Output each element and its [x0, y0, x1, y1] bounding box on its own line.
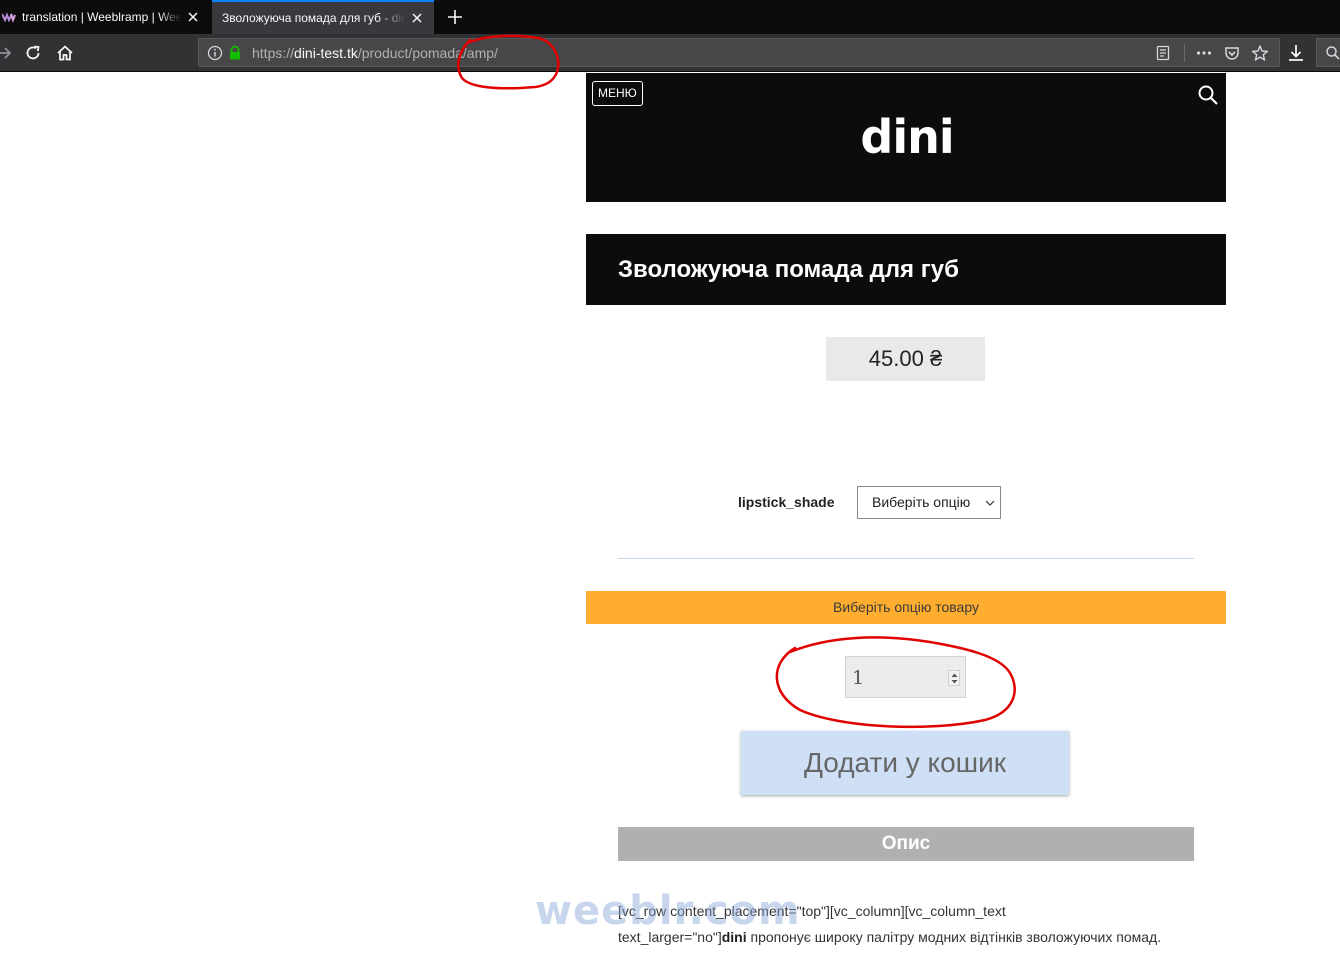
site-header: МЕНЮ dini [586, 73, 1226, 202]
arrow-up-icon[interactable] [950, 672, 959, 678]
url-text[interactable]: https://dini-test.tk/product/pomada/amp/ [252, 45, 498, 61]
pocket-icon[interactable] [1223, 44, 1241, 62]
lock-icon[interactable] [226, 44, 244, 62]
arrow-down-icon[interactable] [950, 679, 959, 685]
bookmark-star-icon[interactable] [1251, 44, 1269, 62]
tab-title: translation | Weeblramp | Weebl [22, 10, 182, 24]
tab-product[interactable]: Зволожуюча помада для губ - dini [212, 0, 434, 34]
variation-label: lipstick_shade [738, 494, 835, 510]
tab-translation[interactable]: translation | Weeblramp | Weebl [0, 0, 210, 34]
url-path: /product/pomada/amp/ [357, 45, 498, 61]
quantity-stepper[interactable] [948, 670, 960, 686]
new-tab-icon[interactable] [444, 6, 466, 28]
url-scheme: https:// [252, 45, 295, 61]
browser-tab-bar: translation | Weeblramp | Weebl Зволожую… [0, 0, 1340, 34]
quantity-input[interactable]: 1 [845, 656, 966, 698]
menu-button[interactable]: МЕНЮ [592, 81, 643, 106]
select-option-notice: Виберіть опцію товару [586, 591, 1226, 624]
info-icon[interactable] [206, 44, 224, 62]
download-icon[interactable] [1285, 42, 1307, 64]
product-price: 45.00 ₴ [826, 337, 985, 381]
tab-description[interactable]: Опис [618, 827, 1194, 861]
product-title-bar: Зволожуюча помада для губ [586, 234, 1226, 305]
description-line: [vc_row content_placement="top"][vc_colu… [618, 903, 1006, 919]
dini-logo[interactable]: dini [862, 111, 952, 163]
brand-name: dini [721, 929, 747, 945]
page-actions-icon[interactable] [1195, 44, 1213, 62]
url-host: dini-test.tk [294, 45, 358, 61]
url-bar[interactable]: https://dini-test.tk/product/pomada/amp/ [198, 38, 1280, 67]
svg-text:dini: dini [862, 111, 952, 163]
close-icon[interactable] [186, 10, 200, 24]
browser-toolbar: https://dini-test.tk/product/pomada/amp/ [0, 34, 1340, 72]
search-icon [1326, 46, 1340, 60]
reader-view-icon[interactable] [1154, 44, 1172, 62]
divider [618, 558, 1194, 559]
tab-title: Зволожуюча помада для губ - dini [222, 11, 406, 25]
search-icon[interactable] [1196, 83, 1220, 107]
chevron-down-icon [985, 500, 995, 506]
home-icon[interactable] [54, 42, 76, 64]
toolbar-search-box[interactable] [1316, 38, 1340, 67]
url-divider [1184, 44, 1185, 62]
variation-select[interactable]: Виберіть опцію [857, 486, 1001, 519]
description-line: text_larger="no"]dini пропонує широку па… [618, 929, 1162, 945]
close-icon[interactable] [410, 11, 424, 25]
product-title: Зволожуюча помада для губ [618, 256, 959, 283]
weeblr-favicon-icon [2, 12, 16, 23]
description-text: [vc_row content_placement="top"][vc_colu… [618, 898, 1238, 950]
add-to-cart-button[interactable]: Додати у кошик [741, 731, 1069, 795]
forward-icon[interactable] [0, 42, 16, 64]
variation-selected-value: Виберіть опцію [872, 494, 971, 510]
reload-icon[interactable] [22, 42, 44, 64]
quantity-value: 1 [852, 667, 865, 689]
